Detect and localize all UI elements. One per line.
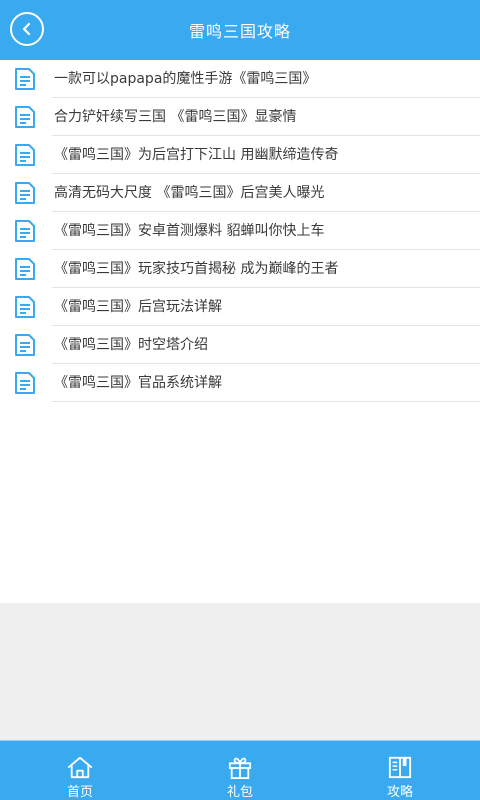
article-item[interactable]: 一款可以papapa的魔性手游《雷鸣三国》 bbox=[0, 60, 480, 98]
chevron-left-icon bbox=[22, 22, 31, 36]
article-title: 合力铲奸续写三国 《雷鸣三国》显豪情 bbox=[54, 109, 297, 125]
article-item[interactable]: 《雷鸣三国》官品系统详解 bbox=[0, 364, 480, 402]
tab-guide-label: 攻略 bbox=[386, 785, 413, 800]
document-icon bbox=[15, 106, 35, 128]
tab-gift-label: 礼包 bbox=[226, 785, 253, 800]
document-icon bbox=[15, 372, 35, 394]
article-item[interactable]: 《雷鸣三国》为后宫打下江山 用幽默缔造传奇 bbox=[0, 136, 480, 174]
document-icon bbox=[15, 258, 35, 280]
bottom-tab-bar: 首页 礼包 攻略 bbox=[0, 740, 480, 800]
article-title: 《雷鸣三国》安卓首测爆料 貂蝉叫你快上车 bbox=[54, 223, 325, 239]
document-icon bbox=[15, 144, 35, 166]
article-item[interactable]: 《雷鸣三国》后宫玩法详解 bbox=[0, 288, 480, 326]
article-item[interactable]: 《雷鸣三国》时空塔介绍 bbox=[0, 326, 480, 364]
article-title: 一款可以papapa的魔性手游《雷鸣三国》 bbox=[54, 71, 317, 87]
article-list: 一款可以papapa的魔性手游《雷鸣三国》 合力铲奸续写三国 《雷鸣三国》显豪情… bbox=[0, 60, 480, 402]
tab-home[interactable]: 首页 bbox=[0, 741, 160, 800]
page-title: 雷鸣三国攻略 bbox=[188, 22, 291, 41]
document-icon bbox=[15, 68, 35, 90]
article-item[interactable]: 《雷鸣三国》安卓首测爆料 貂蝉叫你快上车 bbox=[0, 212, 480, 250]
article-title: 《雷鸣三国》时空塔介绍 bbox=[54, 337, 208, 353]
article-item[interactable]: 高清无码大尺度 《雷鸣三国》后宫美人曝光 bbox=[0, 174, 480, 212]
article-title: 《雷鸣三国》后宫玩法详解 bbox=[54, 299, 222, 315]
tab-home-label: 首页 bbox=[66, 785, 93, 800]
document-icon bbox=[15, 220, 35, 242]
document-icon bbox=[15, 182, 35, 204]
article-title: 高清无码大尺度 《雷鸣三国》后宫美人曝光 bbox=[54, 185, 325, 201]
tab-guide[interactable]: 攻略 bbox=[320, 741, 480, 800]
book-icon bbox=[388, 756, 412, 779]
article-title: 《雷鸣三国》为后宫打下江山 用幽默缔造传奇 bbox=[54, 147, 339, 163]
document-icon bbox=[15, 296, 35, 318]
article-item[interactable]: 《雷鸣三国》玩家技巧首揭秘 成为巅峰的王者 bbox=[0, 250, 480, 288]
home-icon bbox=[68, 756, 92, 779]
tab-gift[interactable]: 礼包 bbox=[160, 741, 320, 800]
back-button[interactable] bbox=[10, 12, 44, 46]
article-title: 《雷鸣三国》玩家技巧首揭秘 成为巅峰的王者 bbox=[54, 261, 339, 277]
gift-icon bbox=[228, 757, 252, 779]
article-list-area: 一款可以papapa的魔性手游《雷鸣三国》 合力铲奸续写三国 《雷鸣三国》显豪情… bbox=[0, 60, 480, 603]
article-item[interactable]: 合力铲奸续写三国 《雷鸣三国》显豪情 bbox=[0, 98, 480, 136]
document-icon bbox=[15, 334, 35, 356]
top-bar: 雷鸣三国攻略 bbox=[0, 0, 480, 60]
article-title: 《雷鸣三国》官品系统详解 bbox=[54, 375, 222, 391]
